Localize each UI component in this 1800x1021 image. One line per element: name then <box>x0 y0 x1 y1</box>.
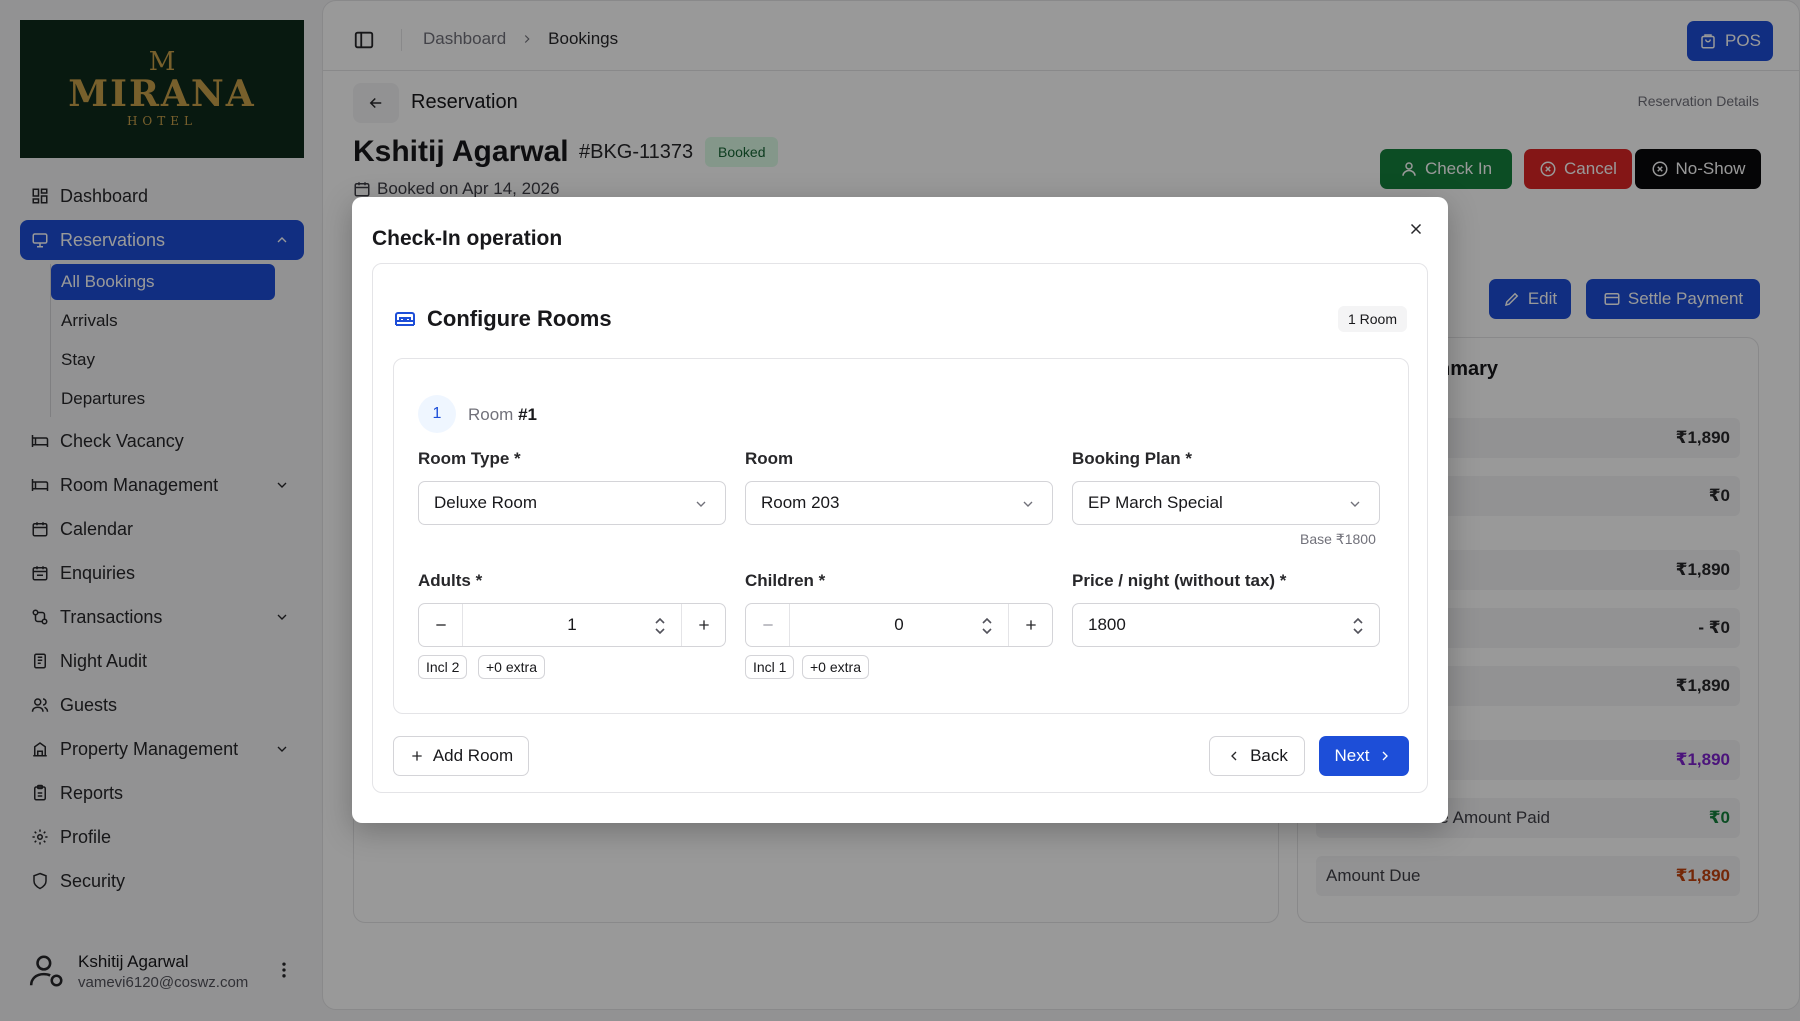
add-room-button[interactable]: Add Room <box>393 736 529 776</box>
adults-stepper: 1 <box>418 603 726 647</box>
close-button[interactable] <box>1404 217 1428 241</box>
room-count-badge: 1 Room <box>1337 306 1407 332</box>
configure-rooms-header: Configure Rooms <box>393 306 612 332</box>
plus-icon <box>412 751 422 761</box>
next-label: Next <box>1334 746 1370 765</box>
children-extra-badge: +0 extra <box>802 655 869 679</box>
modal-title: Check-In operation <box>372 227 563 250</box>
plus-icon <box>698 620 709 630</box>
room-label: Room #1 <box>468 405 538 424</box>
base-price-hint: Base ₹1800 <box>1300 531 1376 547</box>
close-icon <box>1410 223 1422 235</box>
room-select[interactable]: Room 203 <box>745 481 1053 525</box>
back-label: Back <box>1250 746 1288 765</box>
spin-arrows-icon[interactable] <box>1351 616 1365 636</box>
room-type-label: Room Type * <box>418 449 521 468</box>
adults-decrement-button[interactable] <box>419 604 463 646</box>
minus-icon <box>435 624 446 626</box>
spin-arrows-icon[interactable] <box>980 616 994 636</box>
room-label-field: Room <box>745 449 794 468</box>
children-decrement-button[interactable] <box>746 604 790 646</box>
room-config-card: 1 Room #1 Room Type * Deluxe Room Room R… <box>393 358 1409 714</box>
adults-input[interactable]: 1 <box>463 604 681 646</box>
plus-icon <box>1025 620 1036 630</box>
room-value: Room 203 <box>761 493 840 512</box>
add-room-label: Add Room <box>432 746 514 765</box>
children-included-badge: Incl 1 <box>745 655 795 679</box>
adults-label: Adults * <box>418 571 483 590</box>
booking-plan-label: Booking Plan * <box>1072 449 1192 468</box>
chevron-left-icon <box>1231 751 1237 761</box>
price-input[interactable]: 1800 <box>1072 603 1380 647</box>
adults-increment-button[interactable] <box>681 604 725 646</box>
booking-plan-select[interactable]: EP March Special <box>1072 481 1380 525</box>
adults-extra-badge: +0 extra <box>478 655 545 679</box>
next-button[interactable]: Next <box>1319 736 1409 776</box>
room-index-badge: 1 <box>418 395 456 433</box>
children-stepper: 0 <box>745 603 1053 647</box>
room-type-value: Deluxe Room <box>434 493 537 512</box>
children-increment-button[interactable] <box>1008 604 1052 646</box>
back-button[interactable]: Back <box>1209 736 1305 776</box>
check-in-modal: Check-In operation Configure Rooms 1 Roo… <box>352 197 1448 823</box>
chevron-down-icon <box>1023 501 1033 507</box>
room-type-select[interactable]: Deluxe Room <box>418 481 726 525</box>
children-label: Children * <box>745 571 826 590</box>
chevron-down-icon <box>696 501 706 507</box>
chevron-down-icon <box>1350 501 1360 507</box>
adults-included-badge: Incl 2 <box>418 655 468 679</box>
price-value: 1800 <box>1088 615 1126 634</box>
configure-rooms-section: Configure Rooms 1 Room 1 Room #1 Room Ty… <box>372 263 1428 793</box>
children-input[interactable]: 0 <box>790 604 1008 646</box>
bed-icon <box>395 312 415 326</box>
configure-rooms-title: Configure Rooms <box>427 306 612 331</box>
spin-arrows-icon[interactable] <box>653 616 667 636</box>
price-label: Price / night (without tax) * <box>1072 571 1287 590</box>
minus-icon <box>762 624 773 626</box>
booking-plan-value: EP March Special <box>1088 493 1223 512</box>
chevron-right-icon <box>1383 751 1389 761</box>
